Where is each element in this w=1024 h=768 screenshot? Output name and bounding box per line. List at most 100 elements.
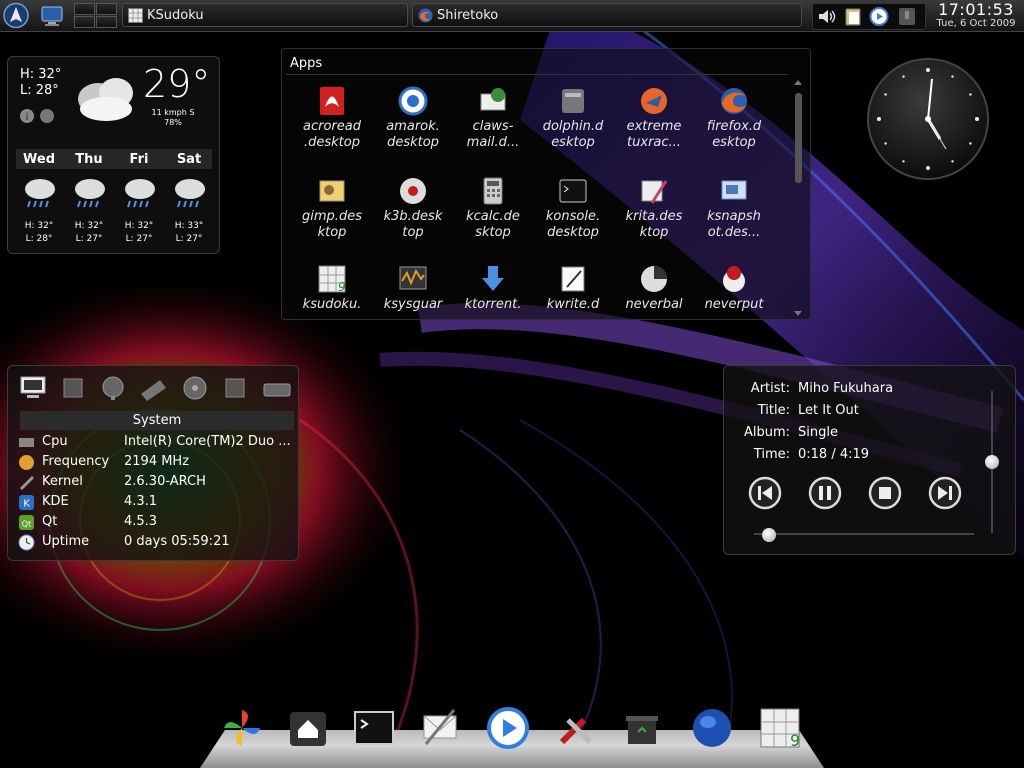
seek-slider-handle[interactable] [762,528,777,542]
app-icon-claws-mail[interactable]: claws- mail.d... [453,85,533,151]
app-label: kwrite.d [546,297,600,312]
ksnapshot-icon [721,180,747,200]
app-icon-neverputt[interactable]: neverput [694,263,774,313]
weather-buttons: i [20,109,54,123]
app-label: ksysguar [383,297,443,312]
kernel-icon [20,476,34,490]
memory-chip-icon[interactable] [220,374,250,402]
tools-icon [559,717,592,745]
app-icon-krita[interactable]: krita.des ktop [614,175,694,241]
time-label: Time: [753,447,790,462]
task-ksudoku[interactable]: KSudoku [122,3,408,27]
rain-icon [75,179,105,208]
task-label: Shiretoko [437,8,499,23]
show-desktop-icon[interactable] [38,2,66,29]
pinwheel-icon [224,710,260,746]
dock-item-terminal[interactable] [352,706,396,752]
time-value: 0:18 / 4:19 [798,447,870,462]
stop-button[interactable] [868,476,902,510]
app-icon-ktorrent[interactable]: ktorrent. [453,263,533,313]
dock-item-pinwheel[interactable] [220,706,264,752]
artist-value: Miho Fukuhara [798,381,894,396]
desktop-pager[interactable] [74,2,118,29]
previous-icon [758,486,761,500]
artist-label: Artist: [750,381,790,396]
app-icon-tuxracer[interactable]: extreme tuxrac... [614,85,694,151]
svg-text:i: i [26,112,29,123]
pause-button[interactable] [808,476,842,510]
dock-item-tools[interactable] [554,706,598,752]
clipboard-icon[interactable] [842,6,864,27]
system-key: KDE [42,494,69,509]
amarok-icon [398,86,428,116]
app-label: ktorrent. [464,297,522,312]
app-icon-amarok[interactable]: amarok. desktop [373,85,453,151]
previous-button[interactable] [748,476,782,510]
mail-icon [423,709,457,745]
cpu-chip-icon[interactable] [58,374,88,402]
app-icon-firefox[interactable]: firefox.d esktop [694,85,774,151]
app-icon-k3b[interactable]: k3b.desk top [373,175,453,241]
app-label: krita.des ktop [625,209,683,240]
volume-icon[interactable] [816,6,838,27]
dock-item-media-player[interactable] [486,706,530,752]
app-label: extreme tuxrac... [626,119,682,150]
dock-item-trash[interactable] [620,706,664,752]
current-temperature: 29° [143,62,211,106]
app-label: acroread .desktop [303,119,361,150]
system-value: Intel(R) Core(TM)2 Duo ... [124,434,291,449]
app-label: claws- mail.d... [466,119,520,150]
globe-icon [693,709,731,747]
task-shiretoko[interactable]: Shiretoko [412,3,802,27]
dock-item-mail[interactable] [418,706,462,752]
hard-disk-icon[interactable] [180,374,210,402]
drive-icon[interactable] [262,374,292,402]
dock-item-sudoku[interactable]: 9 [758,706,802,752]
pager-desktop-1[interactable] [74,3,95,15]
rain-icon [25,179,55,208]
seek-track[interactable] [754,533,974,535]
app-icon-kwrite[interactable]: kwrite.d [533,263,613,313]
pager-desktop-2[interactable] [96,3,117,15]
panel-clock-date: Tue, 6 Oct 2009 [936,18,1016,29]
panel-clock-time[interactable]: 17:01:53 [930,0,1022,19]
globe-icon [40,109,54,123]
app-icon-calculator[interactable]: kcalc.de sktop [453,175,533,241]
frequency-icon [19,455,34,470]
computer-icon[interactable] [18,374,48,402]
system-monitor-widget: System Cpu Intel(R) Core(TM)2 Duo ... Freq… [7,365,299,561]
media-player-tray-icon[interactable] [868,6,890,27]
acrobat-icon [320,87,344,115]
scrollbar-thumb[interactable] [795,93,802,183]
system-row-qt: Qt Qt 4.5.3 [18,512,298,532]
app-icon-dolphin[interactable]: dolphin.d esktop [533,85,613,151]
app-icon-neverball[interactable]: neverbal [614,263,694,313]
network-card-icon[interactable] [138,374,168,402]
app-icon-sudoku[interactable]: 9 ksudoku. [292,263,372,313]
kde-menu-icon[interactable] [2,2,30,29]
pager-desktop-3[interactable] [74,16,95,28]
dock-item-globe[interactable] [690,706,734,752]
firefox-icon [418,8,433,23]
app-icon-gimp[interactable]: gimp.des ktop [292,175,372,241]
app-icon-terminal[interactable]: konsole. desktop [533,175,613,241]
kde-icon: K [19,495,34,510]
network-globe-icon[interactable] [98,374,128,402]
app-icon-ksnapshot[interactable]: ksnapsh ot.des... [694,175,774,241]
home-icon [290,712,326,746]
next-button[interactable] [928,476,962,510]
forecast-temps: H: 32° L: 27° [74,221,104,244]
neverball-icon [641,266,667,292]
forecast-temps: H: 33° L: 27° [174,221,204,244]
forecast-day: Sat [176,152,202,167]
volume-slider-handle[interactable] [985,455,999,469]
task-label: KSudoku [147,8,204,23]
device-notifier-icon[interactable] [896,6,918,27]
top-panel: KSudoku Shiretoko 17:01:53 Tue, 6 Oct 20… [0,0,1024,32]
app-icon-acrobat[interactable]: acroread .desktop [292,85,372,151]
app-label: dolphin.d esktop [542,119,604,150]
app-icon-ksysguard[interactable]: ksysguar [373,263,453,313]
pager-desktop-4[interactable] [96,16,117,28]
dolphin-icon [562,89,584,113]
dock-item-home[interactable] [286,706,330,752]
